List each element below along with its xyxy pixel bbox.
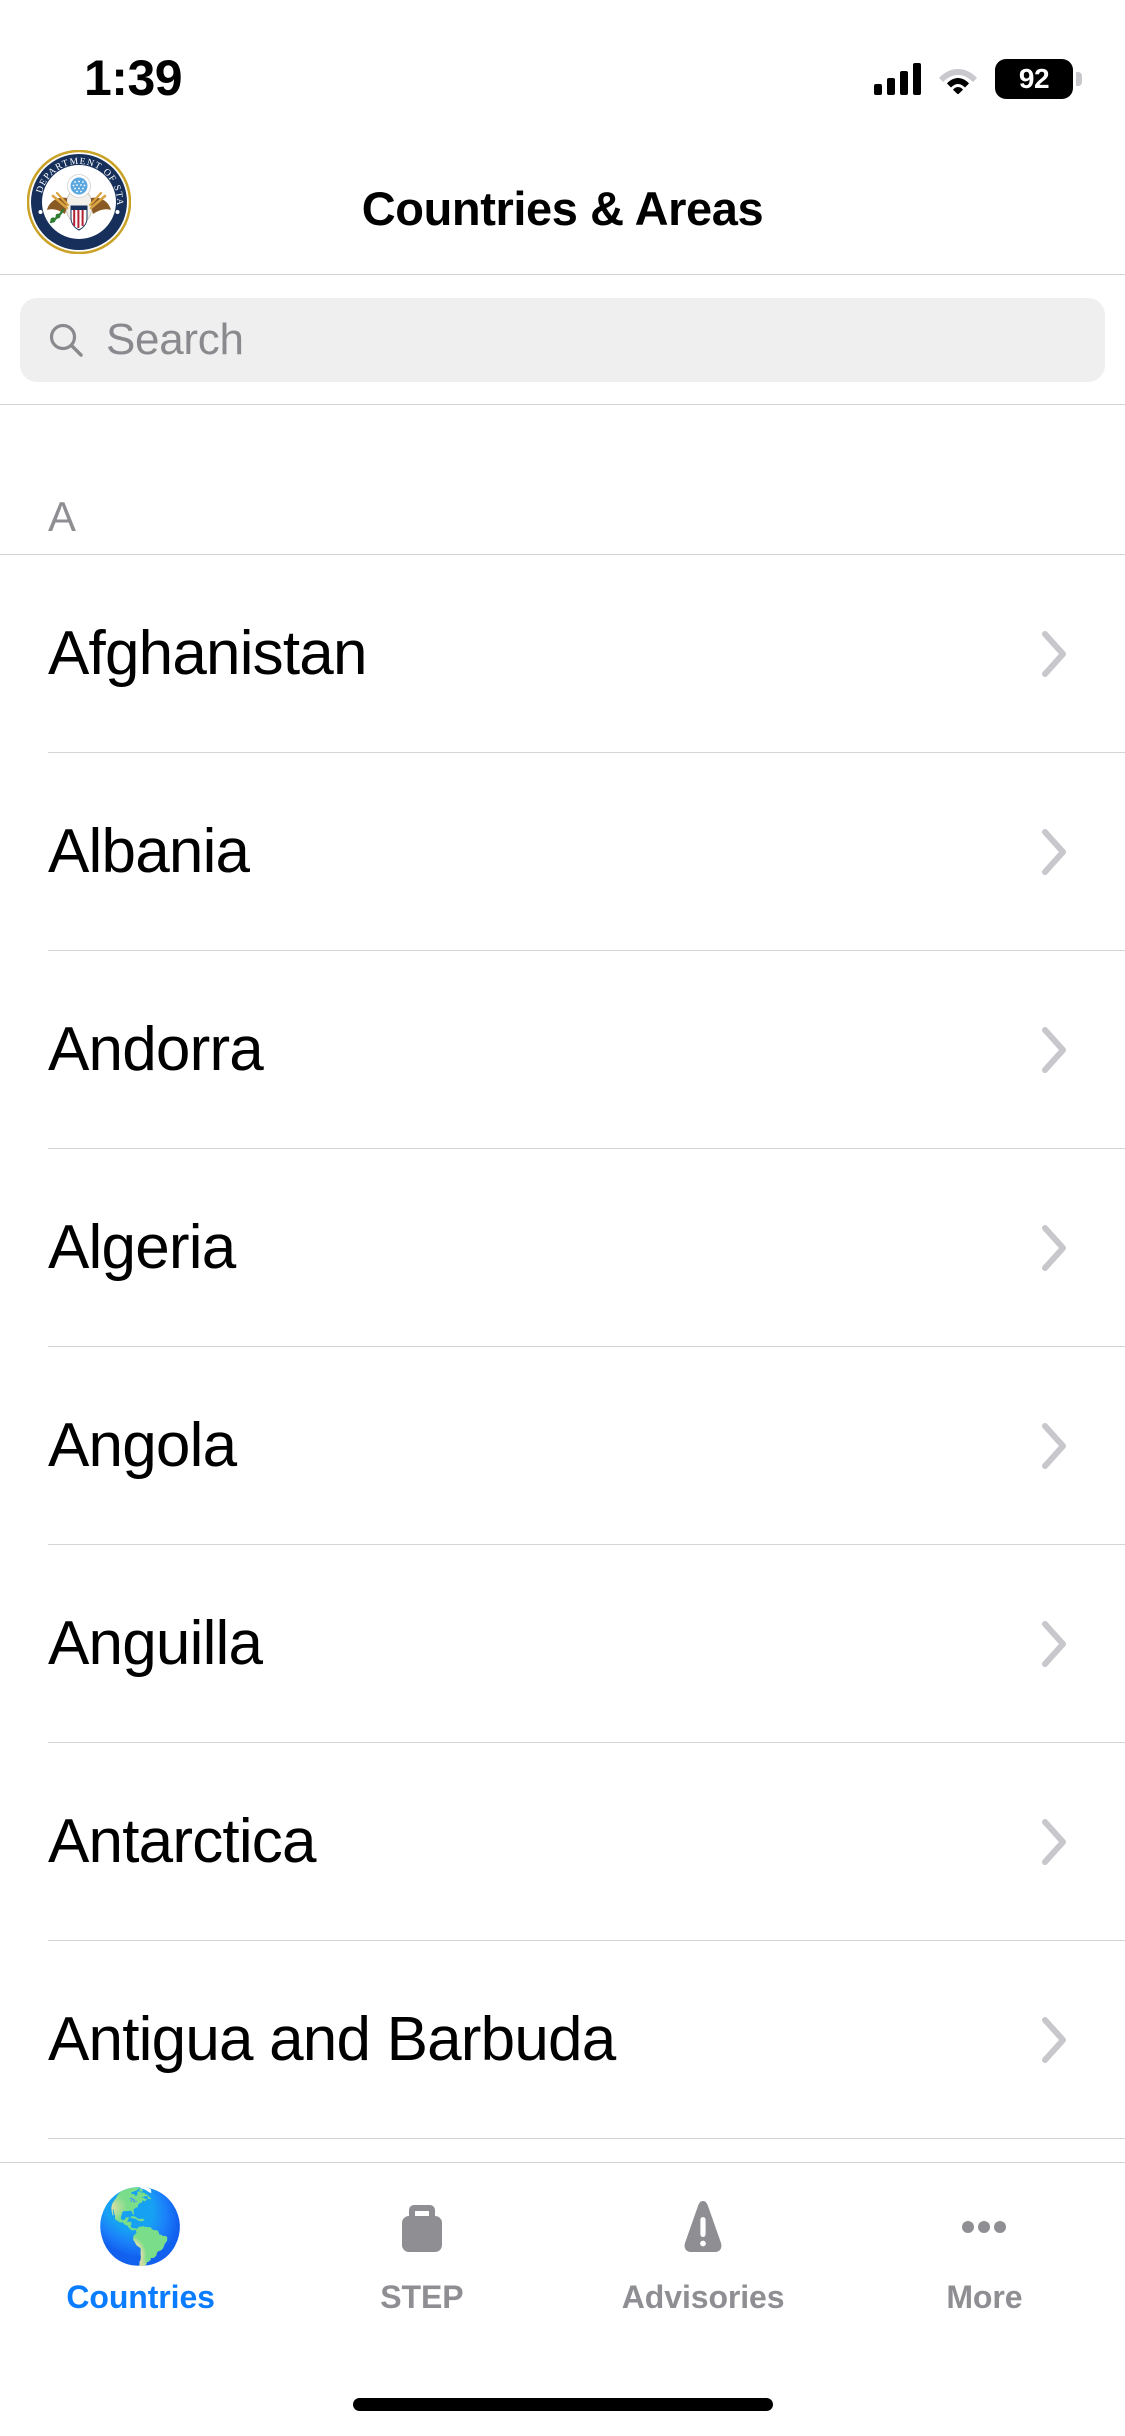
- chevron-right-icon: [1038, 2012, 1070, 2068]
- list-item-label: Antigua and Barbuda: [48, 2005, 616, 2074]
- chevron-right-icon: [1038, 1814, 1070, 1870]
- list-item[interactable]: Andorra: [0, 951, 1125, 1149]
- app-screen: 1:39 92 DEPARTMENT OF STA U ITED STATES …: [0, 0, 1125, 2436]
- tab-more[interactable]: More: [844, 2185, 1125, 2316]
- battery-cap: [1076, 72, 1082, 86]
- list-item[interactable]: Afghanistan: [0, 555, 1125, 753]
- chevron-right-icon: [1038, 1418, 1070, 1474]
- navigation-bar: DEPARTMENT OF STATE UNITED STATES OF AME…: [0, 142, 1125, 275]
- department-of-state-seal-icon: DEPARTMENT OF STATE UNITED STATES OF AME…: [24, 143, 132, 255]
- list-item[interactable]: Antarctica: [0, 1743, 1125, 1941]
- tab-advisories-label: Advisories: [621, 2279, 785, 2315]
- list-item-label: Anguilla: [48, 1609, 263, 1678]
- search-bar-container: Search: [0, 275, 1125, 405]
- warning-triangle-icon: [661, 2185, 745, 2269]
- section-header-label: A: [48, 493, 76, 540]
- battery-icon: 92: [995, 59, 1082, 99]
- chevron-right-icon: [1038, 1616, 1070, 1672]
- list-item-label: Angola: [48, 1411, 237, 1480]
- list-item-label: Antarctica: [48, 1807, 316, 1876]
- list-item-label: Andorra: [48, 1015, 264, 1084]
- chevron-right-icon: [1038, 824, 1070, 880]
- list-item[interactable]: Angola: [0, 1347, 1125, 1545]
- tab-more-label: More: [946, 2279, 1023, 2315]
- list-item[interactable]: Antigua and Barbuda: [0, 1941, 1125, 2139]
- tab-countries[interactable]: 🌎 Countries: [0, 2185, 281, 2316]
- tab-step-label: STEP: [380, 2279, 464, 2315]
- chevron-right-icon: [1038, 1220, 1070, 1276]
- list-item-label: Albania: [48, 817, 250, 886]
- wifi-icon: [938, 64, 978, 94]
- cellular-bars-icon: [874, 63, 921, 95]
- list-item[interactable]: Albania: [0, 753, 1125, 951]
- page-title: Countries & Areas: [361, 181, 764, 235]
- list-item[interactable]: Algeria: [0, 1149, 1125, 1347]
- battery-percent-label: 92: [1018, 63, 1050, 94]
- countries-list[interactable]: A Afghanistan Albania Andorra Algeria Angola…: [0, 405, 1125, 2162]
- section-header-a: A: [0, 405, 1125, 555]
- home-indicator-area: [0, 2372, 1125, 2436]
- tab-step[interactable]: STEP: [281, 2185, 562, 2316]
- tab-countries-label: Countries: [66, 2279, 215, 2315]
- briefcase-icon: [380, 2185, 464, 2269]
- globe-icon: 🌎: [95, 2187, 186, 2267]
- search-icon: [46, 320, 86, 360]
- list-item-label: Afghanistan: [48, 619, 367, 688]
- search-input[interactable]: Search: [20, 297, 1105, 382]
- search-placeholder: Search: [106, 314, 244, 364]
- chevron-right-icon: [1038, 1022, 1070, 1078]
- status-bar-indicators: 92: [874, 0, 1082, 142]
- chevron-right-icon: [1038, 626, 1070, 682]
- list-item-label: Algeria: [48, 1213, 236, 1282]
- list-item[interactable]: Anguilla: [0, 1545, 1125, 1743]
- tab-advisories[interactable]: Advisories: [563, 2185, 844, 2316]
- ellipsis-icon: [942, 2185, 1026, 2269]
- tab-bar: 🌎 Countries STEP Advisories More: [0, 2162, 1125, 2372]
- home-indicator[interactable]: [352, 2397, 773, 2411]
- status-bar: 1:39 92: [0, 0, 1125, 142]
